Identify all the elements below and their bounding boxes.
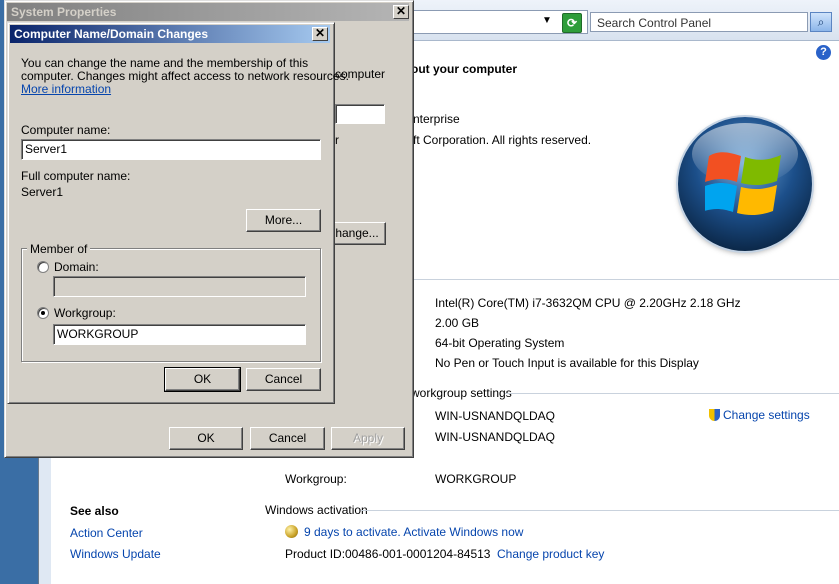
windows-activation-heading: Windows activation <box>265 503 368 517</box>
apply-button[interactable]: Apply <box>331 427 405 450</box>
shield-icon <box>709 409 720 421</box>
change-settings-link[interactable]: Change settings <box>709 408 810 422</box>
system-type-value: 64-bit Operating System <box>435 336 565 350</box>
pen-touch-value: No Pen or Touch Input is available for t… <box>435 356 699 370</box>
cancel-button[interactable]: Cancel <box>250 427 325 450</box>
activation-row[interactable]: 9 days to activate. Activate Windows now <box>285 525 523 539</box>
close-icon[interactable]: ✕ <box>393 5 409 19</box>
key-icon <box>285 525 298 538</box>
activate-windows-link[interactable]: 9 days to activate. Activate Windows now <box>304 525 523 539</box>
help-icon[interactable]: ? <box>816 45 831 60</box>
refresh-icon[interactable]: ⟳ <box>562 13 582 33</box>
system-properties-title: System Properties <box>7 3 409 21</box>
domain-input[interactable] <box>53 276 306 297</box>
action-center-link[interactable]: Action Center <box>70 526 143 540</box>
member-of-label: Member of <box>27 242 91 256</box>
computer-name-label: Computer name: <box>21 123 111 137</box>
ok-button[interactable]: OK <box>169 427 243 450</box>
behind-field-fragment <box>335 104 385 124</box>
close-icon[interactable]: ✕ <box>312 27 328 41</box>
behind-label-fragment: r <box>335 133 339 147</box>
windows-logo <box>678 117 812 251</box>
full-computer-name-label: Full computer name: <box>21 169 131 183</box>
workgroup-radio[interactable] <box>37 307 49 319</box>
section-divider <box>361 510 839 511</box>
description-line-2: computer. Changes might affect access to… <box>21 69 349 83</box>
description-line-1: You can change the name and the membersh… <box>21 56 309 70</box>
workgroup-value: WORKGROUP <box>435 472 517 486</box>
see-also-heading: See also <box>70 504 119 518</box>
computer-name-changes-dialog: Computer Name/Domain Changes ✕ You can c… <box>7 22 349 404</box>
memory-value: 2.00 GB <box>435 316 480 330</box>
name-section-heading: workgroup settings <box>411 386 512 400</box>
product-id-label: Product ID: <box>285 547 346 561</box>
change-product-key-link[interactable]: Change product key <box>497 547 604 561</box>
more-button[interactable]: More... <box>246 209 321 232</box>
address-dropdown-icon[interactable]: ▼ <box>542 15 552 26</box>
page-heading: out your computer <box>411 62 518 76</box>
workgroup-label: Workgroup: <box>54 306 116 320</box>
search-icon[interactable]: ⌕ <box>810 12 832 32</box>
radio-selected-dot <box>41 311 45 315</box>
change-settings-label[interactable]: Change settings <box>723 408 810 422</box>
search-input[interactable]: Search Control Panel <box>590 12 808 32</box>
full-computer-name-value: WIN-USNANDQLDAQ <box>435 430 556 444</box>
computer-name-input[interactable]: Server1 <box>21 139 321 160</box>
full-computer-name-value: Server1 <box>21 185 64 199</box>
ok-button[interactable]: OK <box>164 367 241 392</box>
windows-update-link[interactable]: Windows Update <box>70 547 161 561</box>
workgroup-input[interactable]: WORKGROUP <box>53 324 306 345</box>
domain-radio[interactable] <box>37 261 49 273</box>
domain-label: Domain: <box>54 260 99 274</box>
copyright-text: ft Corporation. All rights reserved. <box>413 133 592 147</box>
processor-value: Intel(R) Core(TM) i7-3632QM CPU @ 2.20GH… <box>435 296 741 310</box>
cancel-button[interactable]: Cancel <box>246 368 321 391</box>
workgroup-label: Workgroup: <box>285 472 347 486</box>
section-divider <box>505 393 839 394</box>
dialog-title: Computer Name/Domain Changes <box>10 25 330 43</box>
computer-name-value: WIN-USNANDQLDAQ <box>435 409 556 423</box>
change-button[interactable]: hange... <box>328 222 386 245</box>
windows-edition: nterprise <box>413 112 460 126</box>
product-id-value: 00486-001-0001204-84513 <box>345 547 491 561</box>
more-information-link[interactable]: More information <box>21 82 111 96</box>
section-divider <box>399 279 839 280</box>
